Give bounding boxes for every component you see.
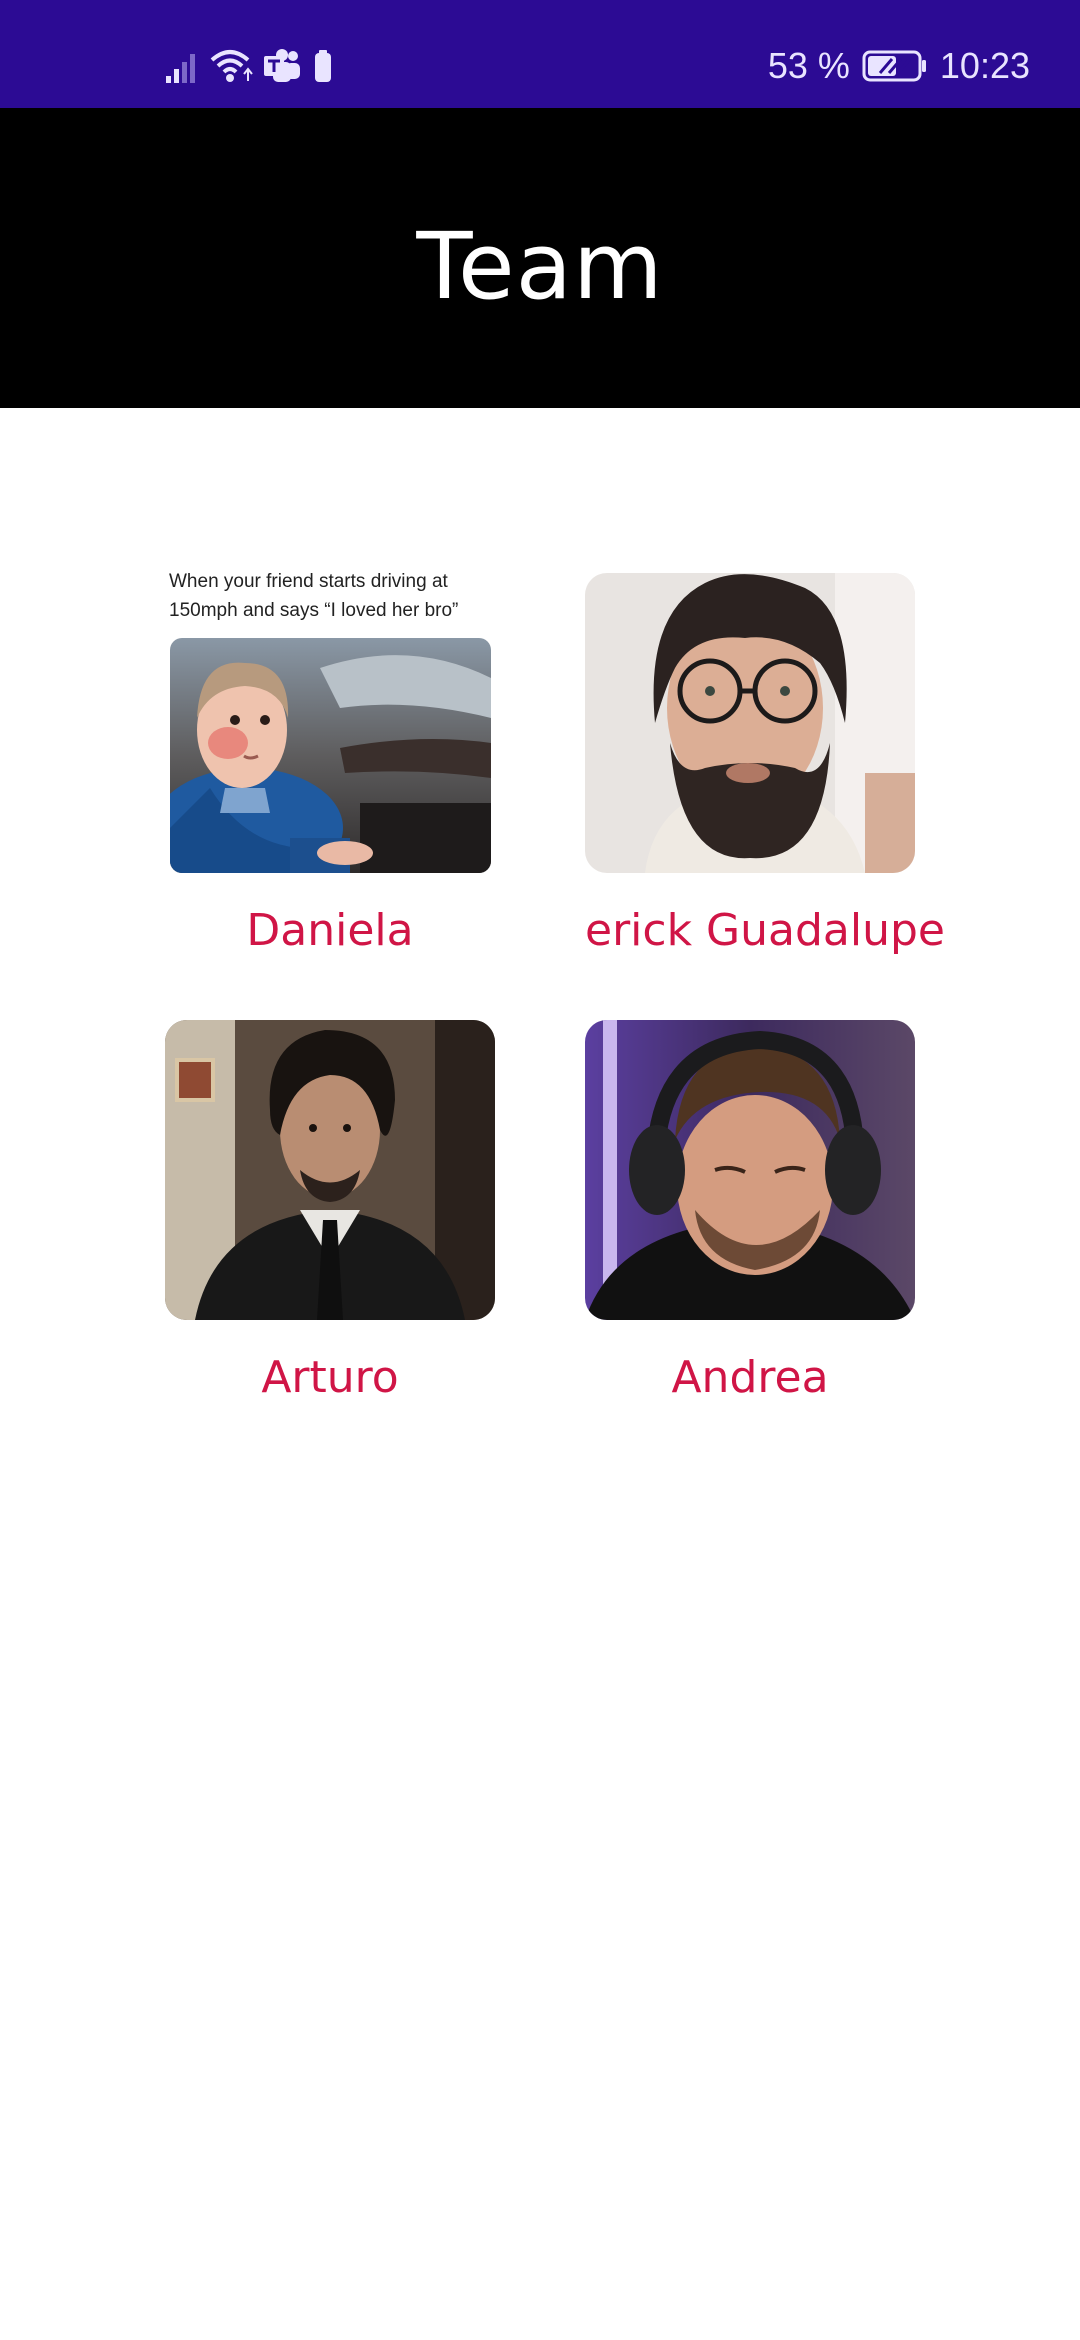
member-photo-erick xyxy=(585,573,915,873)
member-photo-daniela: When your friend starts driving at 150mp… xyxy=(165,573,495,873)
signal-icon xyxy=(164,48,202,84)
header: Team xyxy=(0,108,1080,408)
status-bar: 53 % 10:23 xyxy=(0,0,1080,108)
member-name: Andrea xyxy=(671,1352,829,1403)
meme-image xyxy=(170,638,491,873)
member-photo-andrea xyxy=(585,1020,915,1320)
battery-icon xyxy=(862,49,928,83)
status-icons-left xyxy=(164,44,336,88)
battery-saver-icon xyxy=(310,48,336,84)
teams-icon xyxy=(262,48,302,84)
wifi-icon xyxy=(210,48,254,84)
clock: 10:23 xyxy=(939,45,1030,86)
status-info-right: 53 % 10:23 xyxy=(768,44,1030,88)
meme-caption: When your friend starts driving at 150mp… xyxy=(169,573,459,621)
member-name: Arturo xyxy=(261,1352,399,1403)
member-name: Daniela xyxy=(246,905,414,956)
team-member-card-daniela[interactable]: When your friend starts driving at 150mp… xyxy=(165,573,495,956)
team-member-card-arturo[interactable]: Arturo xyxy=(165,1020,495,1403)
member-name: erick Guadalupe xyxy=(585,905,945,956)
team-member-card-erick[interactable]: erick Guadalupe xyxy=(585,573,945,956)
member-photo-arturo xyxy=(165,1020,495,1320)
team-member-card-andrea[interactable]: Andrea xyxy=(585,1020,915,1403)
battery-percent: 53 % xyxy=(767,45,850,86)
page-title: Team xyxy=(416,212,664,320)
